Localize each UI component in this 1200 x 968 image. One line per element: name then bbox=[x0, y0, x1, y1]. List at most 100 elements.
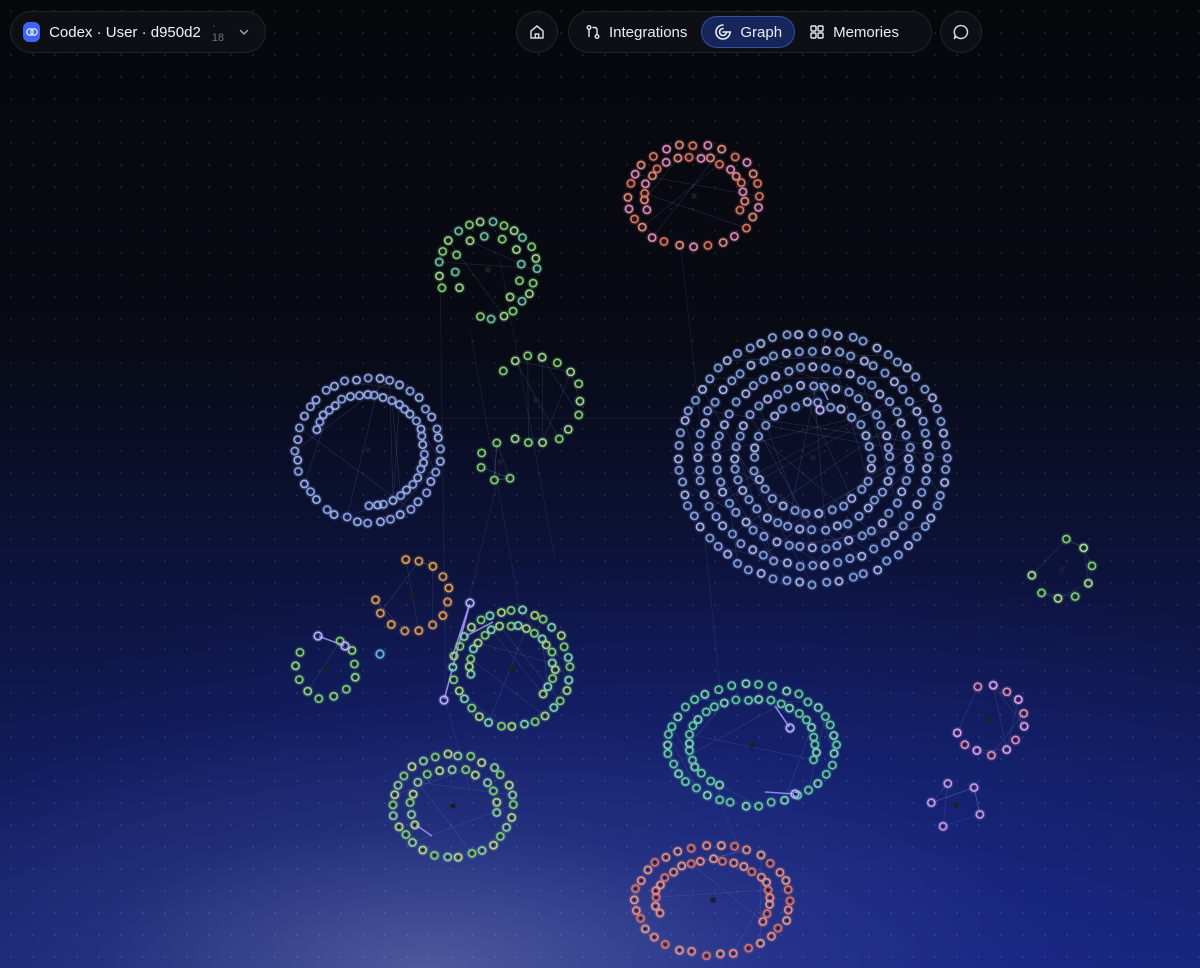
graph-node[interactable] bbox=[693, 440, 705, 453]
graph-node[interactable] bbox=[728, 840, 741, 853]
graph-node[interactable] bbox=[793, 523, 806, 535]
graph-node[interactable] bbox=[661, 739, 674, 751]
graph-node[interactable] bbox=[546, 646, 558, 658]
graph-node[interactable] bbox=[504, 472, 516, 485]
graph-node[interactable] bbox=[935, 415, 947, 428]
graph-node[interactable] bbox=[426, 619, 439, 631]
graph-node[interactable] bbox=[708, 701, 721, 713]
graph-node[interactable] bbox=[1069, 590, 1081, 603]
graph-node[interactable] bbox=[350, 374, 363, 386]
graph-node[interactable] bbox=[771, 388, 784, 401]
graph-node[interactable] bbox=[891, 356, 904, 368]
graph-node[interactable] bbox=[711, 464, 724, 476]
graph-node[interactable] bbox=[794, 379, 807, 392]
graph-node[interactable] bbox=[516, 231, 529, 244]
graph-node[interactable] bbox=[901, 362, 913, 374]
graph-node[interactable] bbox=[727, 857, 740, 869]
graph-node[interactable] bbox=[818, 559, 831, 572]
graph-node[interactable] bbox=[780, 685, 793, 697]
graph-node[interactable] bbox=[891, 405, 903, 418]
graph-node[interactable] bbox=[349, 671, 362, 684]
graph-node[interactable] bbox=[828, 747, 840, 760]
graph-node[interactable] bbox=[416, 844, 429, 856]
graph-node[interactable] bbox=[761, 512, 774, 524]
graph-node[interactable] bbox=[731, 347, 744, 360]
graph-node[interactable] bbox=[362, 372, 374, 384]
graph-node[interactable] bbox=[704, 775, 717, 787]
graph-node[interactable] bbox=[828, 729, 840, 742]
graph-node[interactable] bbox=[487, 785, 500, 797]
graph-node[interactable] bbox=[328, 380, 341, 393]
graph-node[interactable] bbox=[628, 894, 641, 906]
graph-node[interactable] bbox=[781, 328, 793, 341]
graph-node[interactable] bbox=[904, 441, 916, 454]
graph-node[interactable] bbox=[293, 422, 306, 434]
graph-node[interactable] bbox=[562, 674, 575, 686]
graph-node[interactable] bbox=[729, 463, 741, 475]
graph-node[interactable] bbox=[746, 544, 759, 556]
graph-node[interactable] bbox=[338, 375, 351, 387]
graph-node[interactable] bbox=[721, 354, 734, 367]
graph-node[interactable] bbox=[406, 760, 418, 773]
graph-node[interactable] bbox=[761, 393, 774, 405]
graph-node[interactable] bbox=[478, 230, 491, 243]
graph-node[interactable] bbox=[696, 383, 709, 396]
graph-node[interactable] bbox=[826, 504, 839, 516]
graph-node[interactable] bbox=[1017, 707, 1030, 720]
graph-node[interactable] bbox=[505, 604, 517, 617]
graph-node[interactable] bbox=[673, 139, 686, 151]
graph-node[interactable] bbox=[464, 234, 476, 247]
graph-node[interactable] bbox=[693, 464, 706, 477]
graph-node[interactable] bbox=[289, 445, 301, 457]
graph-node[interactable] bbox=[694, 521, 706, 533]
graph-node[interactable] bbox=[369, 594, 382, 606]
graph-node[interactable] bbox=[475, 447, 488, 459]
graph-node[interactable] bbox=[883, 507, 895, 520]
graph-node[interactable] bbox=[876, 517, 889, 529]
graph-node[interactable] bbox=[427, 560, 439, 573]
graph-node[interactable] bbox=[917, 415, 930, 428]
graph-node[interactable] bbox=[539, 710, 551, 722]
graph-node[interactable] bbox=[820, 576, 833, 588]
graph-node[interactable] bbox=[781, 574, 793, 587]
graph-node[interactable] bbox=[666, 720, 678, 733]
graph-node[interactable] bbox=[374, 515, 387, 528]
graph-node[interactable] bbox=[518, 718, 531, 730]
graph-node[interactable] bbox=[941, 777, 954, 790]
graph-node[interactable] bbox=[432, 431, 445, 444]
graph-node[interactable] bbox=[802, 696, 814, 708]
graph-node[interactable] bbox=[1018, 720, 1030, 733]
graph-node[interactable] bbox=[1086, 560, 1098, 572]
graph-node[interactable] bbox=[808, 380, 820, 392]
graph-node[interactable] bbox=[727, 947, 740, 960]
graph-node[interactable] bbox=[832, 330, 844, 342]
graph-node[interactable] bbox=[536, 436, 549, 449]
graph-node[interactable] bbox=[764, 857, 777, 870]
graph-node[interactable] bbox=[902, 539, 915, 552]
graph-node[interactable] bbox=[497, 365, 510, 377]
graph-node[interactable] bbox=[1012, 693, 1025, 706]
graph-node[interactable] bbox=[572, 377, 585, 390]
graph-node[interactable] bbox=[398, 770, 410, 782]
graph-node[interactable] bbox=[985, 749, 998, 762]
graph-node[interactable] bbox=[505, 811, 518, 824]
graph-node[interactable] bbox=[781, 520, 794, 533]
graph-node[interactable] bbox=[351, 515, 364, 528]
graph-node[interactable] bbox=[765, 694, 777, 706]
graph-node[interactable] bbox=[812, 701, 825, 714]
graph-node[interactable] bbox=[660, 143, 673, 155]
graph-node[interactable] bbox=[793, 688, 805, 700]
graph-node[interactable] bbox=[488, 474, 501, 486]
graph-node[interactable] bbox=[509, 432, 521, 445]
graph-node[interactable] bbox=[679, 489, 691, 501]
graph-node[interactable] bbox=[744, 342, 757, 354]
graph-node[interactable] bbox=[941, 452, 954, 464]
graph-node[interactable] bbox=[433, 764, 446, 777]
graph-node[interactable] bbox=[857, 567, 870, 580]
graph-node[interactable] bbox=[765, 796, 777, 809]
graph-node[interactable] bbox=[671, 845, 684, 858]
graph-node[interactable] bbox=[452, 750, 464, 762]
graph-node[interactable] bbox=[383, 374, 396, 387]
graph-node[interactable] bbox=[755, 849, 767, 861]
graph-node[interactable] bbox=[937, 427, 950, 439]
